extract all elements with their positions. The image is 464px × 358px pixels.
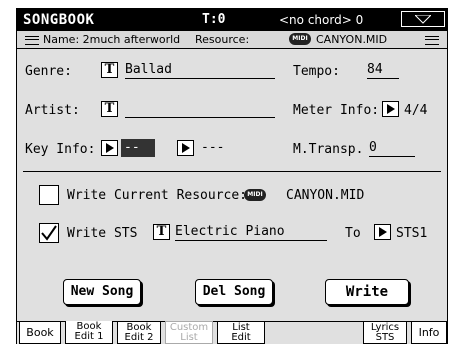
meter-value: 4/4 bbox=[404, 103, 428, 118]
tab-book-edit-1[interactable]: Book Edit 1 bbox=[65, 321, 113, 344]
artist-text-button[interactable]: T bbox=[101, 101, 118, 117]
play-arrow-icon bbox=[182, 143, 190, 153]
tab-info[interactable]: Info bbox=[411, 321, 447, 344]
tab-label-line2: Edit bbox=[231, 332, 251, 343]
section-divider bbox=[23, 171, 441, 172]
sts-destination-button[interactable] bbox=[374, 224, 391, 240]
check-mark-icon bbox=[41, 225, 57, 241]
write-resource-label: Write Current Resource: bbox=[67, 188, 248, 203]
songbook-window: SONGBOOK T:0 <no chord> 0 Name: 2much af… bbox=[16, 8, 448, 344]
tab-lyrics-sts[interactable]: Lyrics STS bbox=[363, 321, 407, 344]
resource-label: Resource: bbox=[195, 33, 250, 46]
song-name: Name: 2much afterworld bbox=[43, 33, 181, 46]
tab-list-edit[interactable]: List Edit bbox=[217, 321, 265, 344]
artist-label: Artist: bbox=[25, 103, 80, 118]
sts-text-button[interactable]: T bbox=[153, 224, 170, 240]
to-value: STS1 bbox=[396, 226, 428, 241]
midi-disk-icon: MIDI bbox=[244, 189, 266, 201]
tab-label-line2: STS bbox=[375, 332, 395, 343]
key-select-button-2[interactable] bbox=[177, 140, 194, 156]
tab-book-edit-2[interactable]: Book Edit 2 bbox=[117, 321, 161, 344]
tempo-field[interactable]: 84 bbox=[367, 61, 399, 79]
tempo-value: 84 bbox=[367, 62, 383, 77]
tab-label: Book bbox=[26, 326, 54, 339]
midi-disk-icon: MIDI bbox=[289, 33, 311, 45]
info-bar: Name: 2much afterworld Resource: MIDI CA… bbox=[17, 31, 447, 49]
tab-book[interactable]: Book bbox=[19, 321, 61, 344]
genre-value: Ballad bbox=[125, 62, 172, 77]
write-resource-value: CANYON.MID bbox=[286, 188, 365, 203]
title-bar: SONGBOOK T:0 <no chord> 0 bbox=[17, 9, 447, 31]
key-value-1[interactable]: -- bbox=[121, 139, 155, 157]
del-song-button[interactable]: Del Song bbox=[195, 279, 273, 305]
tempo-readout: T:0 bbox=[202, 12, 226, 27]
genre-field[interactable]: Ballad bbox=[125, 61, 275, 79]
play-arrow-icon bbox=[106, 143, 114, 153]
to-label: To bbox=[345, 226, 361, 241]
tab-label: Info bbox=[418, 326, 440, 339]
edit-panel: Genre: T Ballad Tempo: 84 Artist: T Mete… bbox=[17, 49, 447, 321]
tab-custom-list: Custom List bbox=[165, 321, 213, 344]
genre-label: Genre: bbox=[25, 64, 72, 79]
key-field-2[interactable]: --- bbox=[201, 139, 275, 156]
mtransp-field[interactable]: 0 bbox=[369, 139, 415, 157]
play-arrow-icon bbox=[387, 104, 395, 114]
sts-name-value: Electric Piano bbox=[175, 224, 285, 239]
grip-left-icon bbox=[25, 36, 39, 45]
grip-right-icon bbox=[425, 36, 439, 45]
key-select-button-1[interactable] bbox=[101, 140, 118, 156]
page-menu-button[interactable] bbox=[401, 11, 445, 27]
tab-label-line2: Edit 1 bbox=[74, 331, 104, 342]
sts-name-field[interactable]: Electric Piano bbox=[175, 223, 327, 241]
tab-label-line2: List bbox=[180, 332, 198, 343]
page-title: SONGBOOK bbox=[23, 12, 95, 28]
write-sts-label: Write STS bbox=[67, 226, 138, 241]
mtransp-label: M.Transp. bbox=[293, 142, 364, 157]
artist-field[interactable] bbox=[125, 100, 275, 118]
meter-label: Meter Info: bbox=[293, 103, 380, 118]
tempo-label: Tempo: bbox=[293, 64, 340, 79]
menu-triangle-icon bbox=[415, 15, 431, 24]
tab-bar: Book Book Edit 1 Book Edit 2 Custom List… bbox=[17, 321, 447, 344]
play-arrow-icon bbox=[379, 227, 387, 237]
tab-label-line2: Edit 2 bbox=[124, 332, 154, 343]
write-sts-checkbox[interactable] bbox=[39, 223, 59, 243]
write-button[interactable]: Write bbox=[325, 279, 409, 305]
new-song-button[interactable]: New Song bbox=[63, 279, 141, 305]
key-label: Key Info: bbox=[25, 142, 96, 157]
meter-select-button[interactable] bbox=[382, 101, 399, 117]
resource-value: CANYON.MID bbox=[316, 33, 388, 46]
key-value-2: --- bbox=[201, 140, 225, 155]
write-resource-checkbox[interactable] bbox=[39, 185, 59, 205]
mtransp-value: 0 bbox=[369, 140, 377, 155]
genre-text-button[interactable]: T bbox=[101, 62, 118, 78]
chord-readout: <no chord> 0 bbox=[279, 13, 364, 27]
